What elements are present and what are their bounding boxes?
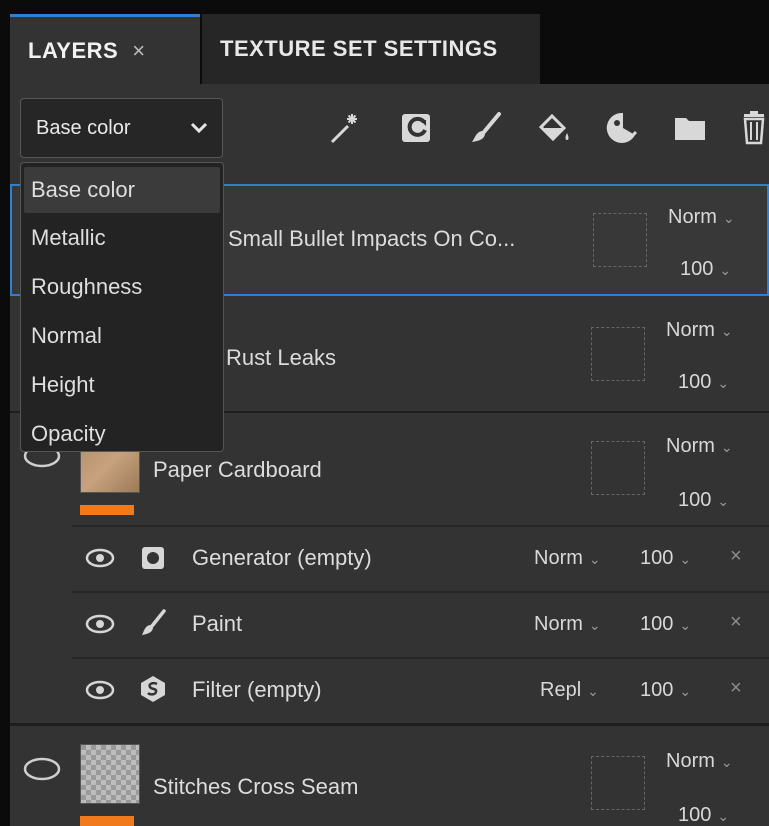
blend-value: Norm <box>666 750 715 772</box>
layer-blend-mode[interactable]: Norm ⌄ <box>666 750 733 773</box>
layer-name[interactable]: Rust Leaks <box>226 345 336 371</box>
tab-texture-set-label: TEXTURE SET SETTINGS <box>220 36 498 61</box>
blend-value: Norm <box>668 206 717 228</box>
channel-option-base-color[interactable]: Base color <box>24 167 220 213</box>
magic-wand-icon[interactable] <box>326 108 366 148</box>
channel-option-height[interactable]: Height <box>21 360 223 409</box>
chevron-down-icon: ⌄ <box>679 617 692 633</box>
effect-name[interactable]: Paint <box>192 611 242 637</box>
paint-brush-icon <box>142 609 166 635</box>
opacity-value: 100 <box>640 613 674 635</box>
effect-blend-mode[interactable]: Norm ⌄ <box>534 547 601 570</box>
chevron-down-icon: ⌄ <box>679 683 692 699</box>
tab-texture-set-settings[interactable]: TEXTURE SET SETTINGS <box>202 14 540 84</box>
chevron-down-icon: ⌄ <box>588 551 601 567</box>
effect-name[interactable]: Filter (empty) <box>192 677 322 703</box>
visibility-eye-icon[interactable] <box>22 756 62 782</box>
chevron-down-icon: ⌄ <box>720 754 733 770</box>
trash-icon[interactable] <box>734 108 769 148</box>
opacity-value: 100 <box>678 371 712 393</box>
layer-blend-mode[interactable]: Norm ⌄ <box>666 319 733 342</box>
effect-opacity[interactable]: 100 ⌄ <box>640 613 691 636</box>
mask-indicator-bar <box>80 816 134 826</box>
blend-value: Repl <box>540 679 582 701</box>
fill-layer-icon[interactable] <box>396 108 436 148</box>
channel-select-value: Base color <box>36 116 131 139</box>
layer-blend-mode[interactable]: Norm ⌄ <box>666 435 733 458</box>
layer-blend-mode[interactable]: Norm ⌄ <box>668 206 735 229</box>
layer-opacity[interactable]: 100 ⌄ <box>678 804 729 826</box>
channel-option-opacity[interactable]: Opacity <box>21 409 223 458</box>
effect-name[interactable]: Generator (empty) <box>192 545 372 571</box>
effect-blend-mode[interactable]: Repl ⌄ <box>540 679 599 702</box>
chevron-down-icon: ⌄ <box>679 551 692 567</box>
effect-opacity[interactable]: 100 ⌄ <box>640 547 691 570</box>
chevron-down-icon: ⌄ <box>717 493 730 509</box>
mask-indicator-bar <box>80 505 134 515</box>
opacity-value: 100 <box>640 679 674 701</box>
chevron-down-icon: ⌄ <box>587 683 599 699</box>
chevron-down-icon: ⌄ <box>719 262 732 278</box>
layer-opacity[interactable]: 100 ⌄ <box>678 489 729 512</box>
layer-thumbnail[interactable] <box>80 744 140 804</box>
channel-option-normal[interactable]: Normal <box>21 311 223 360</box>
blend-value: Norm <box>666 435 715 457</box>
layer-row[interactable]: Stitches Cross Seam Norm ⌄ 100 ⌄ <box>10 726 769 826</box>
layer-mask-slot[interactable] <box>591 327 645 381</box>
channel-select[interactable]: Base color <box>20 98 223 158</box>
generator-icon <box>142 547 164 569</box>
opacity-value: 100 <box>678 804 712 826</box>
tab-layers[interactable]: LAYERS × <box>10 14 200 84</box>
layer-opacity[interactable]: 100 ⌄ <box>678 371 729 394</box>
visibility-eye-icon[interactable] <box>84 545 116 571</box>
chevron-down-icon <box>190 122 208 134</box>
chevron-down-icon: ⌄ <box>720 323 733 339</box>
visibility-eye-icon[interactable] <box>84 611 116 637</box>
effect-row-paint[interactable]: Paint Norm ⌄ 100 ⌄ × <box>72 591 769 655</box>
layers-panel: LAYERS × TEXTURE SET SETTINGS Base color <box>10 14 769 826</box>
tab-bar: LAYERS × TEXTURE SET SETTINGS <box>10 14 769 84</box>
folder-icon[interactable] <box>670 108 710 148</box>
layer-name[interactable]: Paper Cardboard <box>153 457 322 483</box>
blend-value: Norm <box>666 319 715 341</box>
blend-value: Norm <box>534 547 583 569</box>
layer-mask-slot[interactable] <box>591 441 645 495</box>
opacity-value: 100 <box>678 489 712 511</box>
blend-value: Norm <box>534 613 583 635</box>
layer-opacity[interactable]: 100 ⌄ <box>680 258 731 281</box>
layer-name[interactable]: Stitches Cross Seam <box>153 774 358 800</box>
filter-icon <box>141 676 165 702</box>
paint-brush-icon[interactable] <box>466 108 506 148</box>
paint-bucket-icon[interactable] <box>534 108 574 148</box>
effect-row-filter[interactable]: Filter (empty) Repl ⌄ 100 ⌄ × <box>72 657 769 721</box>
layer-name[interactable]: Small Bullet Impacts On Co... <box>228 226 515 252</box>
effect-blend-mode[interactable]: Norm ⌄ <box>534 613 601 636</box>
chevron-down-icon: ⌄ <box>717 375 730 391</box>
effect-row-generator[interactable]: Generator (empty) Norm ⌄ 100 ⌄ × <box>72 525 769 589</box>
chevron-down-icon: ⌄ <box>720 439 733 455</box>
effect-opacity[interactable]: 100 ⌄ <box>640 679 691 702</box>
layer-mask-slot[interactable] <box>591 756 645 810</box>
chevron-down-icon: ⌄ <box>588 617 601 633</box>
channel-dropdown-menu: Base color Metallic Roughness Normal Hei… <box>20 162 224 452</box>
channel-option-roughness[interactable]: Roughness <box>21 262 223 311</box>
chevron-down-icon: ⌄ <box>717 808 730 824</box>
tab-layers-label: LAYERS <box>28 37 119 63</box>
smart-mask-icon[interactable] <box>602 108 642 148</box>
close-icon[interactable]: × <box>730 677 742 700</box>
layer-mask-slot[interactable] <box>593 213 647 267</box>
visibility-eye-icon[interactable] <box>84 677 116 703</box>
close-icon[interactable]: × <box>730 545 742 568</box>
close-icon[interactable]: × <box>132 38 145 64</box>
chevron-down-icon: ⌄ <box>722 210 735 226</box>
channel-option-metallic[interactable]: Metallic <box>21 213 223 262</box>
opacity-value: 100 <box>680 258 714 280</box>
close-icon[interactable]: × <box>730 611 742 634</box>
opacity-value: 100 <box>640 547 674 569</box>
